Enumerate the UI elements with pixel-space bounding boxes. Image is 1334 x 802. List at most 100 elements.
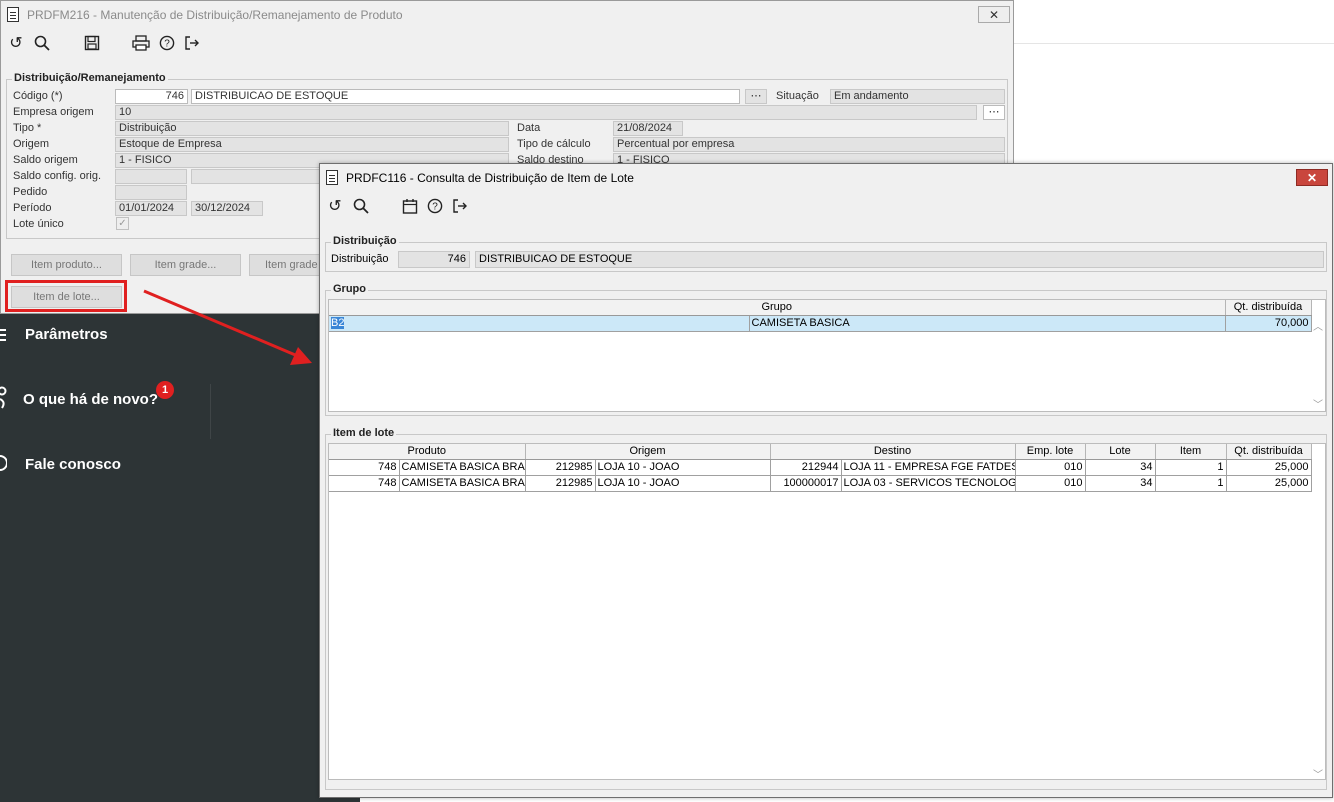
item-cell[interactable]: 1 xyxy=(1155,459,1227,476)
tipo-calculo-field: Percentual por empresa xyxy=(613,137,1005,152)
origem-desc-cell[interactable]: LOJA 10 - JOAO xyxy=(595,459,771,476)
lookup-button[interactable]: ⋯ xyxy=(745,89,767,104)
origem-code-cell[interactable]: 212985 xyxy=(525,475,596,492)
pointer-arrow xyxy=(143,289,312,365)
saldo-config-desc-field xyxy=(191,169,321,184)
scroll-up-icon[interactable]: ︿ xyxy=(1313,318,1323,333)
periodo-label: Período xyxy=(13,202,52,214)
item-produto-button[interactable]: Item produto... xyxy=(11,254,122,276)
close-button[interactable]: ✕ xyxy=(978,6,1010,23)
column-header-qt-distribuida[interactable]: Qt. distribuída xyxy=(1226,444,1312,460)
column-header-lote[interactable]: Lote xyxy=(1085,444,1156,460)
section-title: Distribuição/Remanejamento xyxy=(12,72,168,84)
close-button[interactable]: ✕ xyxy=(1296,169,1328,186)
tipo-field: Distribuição xyxy=(115,121,509,136)
tipo-calculo-label: Tipo de cálculo xyxy=(517,138,591,150)
fale-conosco-icon xyxy=(0,455,8,471)
refresh-icon[interactable]: ↺ xyxy=(6,33,26,53)
data-label: Data xyxy=(517,122,541,134)
empresa-lookup-button[interactable]: ⋯ xyxy=(983,105,1005,120)
origem-code-cell[interactable]: 212985 xyxy=(525,459,596,476)
scroll-down-icon[interactable]: ﹀ xyxy=(1313,396,1323,411)
qt-cell[interactable]: 25,000 xyxy=(1226,475,1312,492)
saldo-config-label: Saldo config. orig. xyxy=(13,170,102,182)
emp-lote-cell[interactable]: 010 xyxy=(1015,475,1086,492)
lote-unico-label: Lote único xyxy=(13,218,64,230)
menu-item-parametros[interactable]: Parâmetros xyxy=(25,326,108,343)
destino-code-cell[interactable]: 100000017 xyxy=(770,475,842,492)
back-window-titlebar: PRDFM216 - Manutenção de Distribuição/Re… xyxy=(1,1,1013,29)
produto-code-cell[interactable]: 748 xyxy=(329,459,400,476)
column-header-destino[interactable]: Destino xyxy=(770,444,1016,460)
pedido-field xyxy=(115,185,187,200)
column-header-emp-lote[interactable]: Emp. lote xyxy=(1015,444,1086,460)
column-header-origem[interactable]: Origem xyxy=(525,444,771,460)
origem-desc-cell[interactable]: LOJA 10 - JOAO xyxy=(595,475,771,492)
help-icon[interactable]: ? xyxy=(157,33,177,53)
item-grade-2-button[interactable]: Item grade xyxy=(249,254,321,276)
grupo-grid: Grupo Qt. distribuída B2 CAMISETA BASICA… xyxy=(328,299,1326,412)
calendar-icon[interactable] xyxy=(400,196,420,216)
destino-code-cell[interactable]: 212944 xyxy=(770,459,842,476)
pedido-label: Pedido xyxy=(13,186,48,198)
grupo-section-title: Grupo xyxy=(331,283,368,295)
lote-cell[interactable]: 34 xyxy=(1085,475,1156,492)
scroll-down-icon[interactable]: ﹀ xyxy=(1313,766,1323,779)
lote-cell[interactable]: 34 xyxy=(1085,459,1156,476)
svg-text:?: ? xyxy=(432,202,438,213)
grupo-desc-cell[interactable]: CAMISETA BASICA xyxy=(749,315,1226,332)
menu-item-novidades[interactable]: O que há de novo? xyxy=(23,391,158,408)
produto-desc-cell[interactable]: CAMISETA BASICA BRAN xyxy=(399,459,526,476)
lote-unico-checkbox[interactable]: ✓ xyxy=(116,217,129,230)
table-row[interactable]: B2 CAMISETA BASICA 70,000 xyxy=(329,315,1312,332)
front-window-titlebar: PRDFC116 - Consulta de Distribuição de I… xyxy=(320,164,1332,192)
grupo-code-text: B2 xyxy=(331,317,345,330)
saldo-origem-label: Saldo origem xyxy=(13,154,78,166)
origem-label: Origem xyxy=(13,138,50,150)
grupo-header-row: Grupo Qt. distribuída xyxy=(329,300,1312,316)
item-lote-grid: Produto Origem Destino Emp. lote Lote It… xyxy=(328,443,1326,780)
item-lote-header-row: Produto Origem Destino Emp. lote Lote It… xyxy=(329,444,1312,460)
column-header-produto[interactable]: Produto xyxy=(329,444,526,460)
distribuicao-label: Distribuição xyxy=(331,253,389,265)
produto-code-cell[interactable]: 748 xyxy=(329,475,400,492)
periodo-fim-field: 30/12/2024 xyxy=(191,201,263,216)
emp-lote-cell[interactable]: 010 xyxy=(1015,459,1086,476)
search-icon[interactable] xyxy=(351,196,371,216)
menu-item-fale-conosco[interactable]: Fale conosco xyxy=(25,456,121,473)
item-cell[interactable]: 1 xyxy=(1155,475,1227,492)
destino-desc-cell[interactable]: LOJA 03 - SERVICOS TECNOLOGIC xyxy=(841,475,1016,492)
side-menu: Parâmetros O que há de novo? 1 Fale cono… xyxy=(0,314,360,802)
periodo-inicio-field: 01/01/2024 xyxy=(115,201,187,216)
destino-desc-cell[interactable]: LOJA 11 - EMPRESA FGE FATDES xyxy=(841,459,1016,476)
situacao-label: Situação xyxy=(776,90,819,102)
background-divider xyxy=(1014,43,1334,44)
help-icon[interactable]: ? xyxy=(425,196,445,216)
parametros-icon xyxy=(0,328,6,342)
grupo-qt-cell[interactable]: 70,000 xyxy=(1225,315,1312,332)
exit-icon[interactable] xyxy=(182,33,202,53)
refresh-icon[interactable]: ↺ xyxy=(325,196,345,216)
column-header-grupo[interactable]: Grupo xyxy=(329,300,1226,316)
save-icon[interactable] xyxy=(82,33,102,53)
item-grade-button[interactable]: Item grade... xyxy=(130,254,241,276)
column-header-qt[interactable]: Qt. distribuída xyxy=(1225,300,1312,316)
table-row[interactable]: 748 CAMISETA BASICA BRAN 212985 LOJA 10 … xyxy=(329,475,1312,492)
produto-desc-cell[interactable]: CAMISETA BASICA BRAN xyxy=(399,475,526,492)
document-icon xyxy=(326,170,338,185)
distribuicao-desc-field: DISTRIBUICAO DE ESTOQUE xyxy=(475,251,1324,268)
svg-text:?: ? xyxy=(164,39,170,50)
empresa-origem-label: Empresa origem xyxy=(13,106,94,118)
menu-divider xyxy=(210,384,211,439)
qt-cell[interactable]: 25,000 xyxy=(1226,459,1312,476)
table-row[interactable]: 748 CAMISETA BASICA BRAN 212985 LOJA 10 … xyxy=(329,459,1312,476)
exit-icon[interactable] xyxy=(450,196,470,216)
distribuicao-code-field: 746 xyxy=(398,251,470,268)
column-header-item[interactable]: Item xyxy=(1155,444,1227,460)
grupo-code-cell[interactable]: B2 xyxy=(329,315,750,332)
codigo-field[interactable]: 746 xyxy=(115,89,188,104)
front-window-title: PRDFC116 - Consulta de Distribuição de I… xyxy=(346,171,634,185)
search-icon[interactable] xyxy=(32,33,52,53)
print-icon[interactable] xyxy=(131,33,151,53)
codigo-desc-field[interactable]: DISTRIBUICAO DE ESTOQUE xyxy=(191,89,740,104)
